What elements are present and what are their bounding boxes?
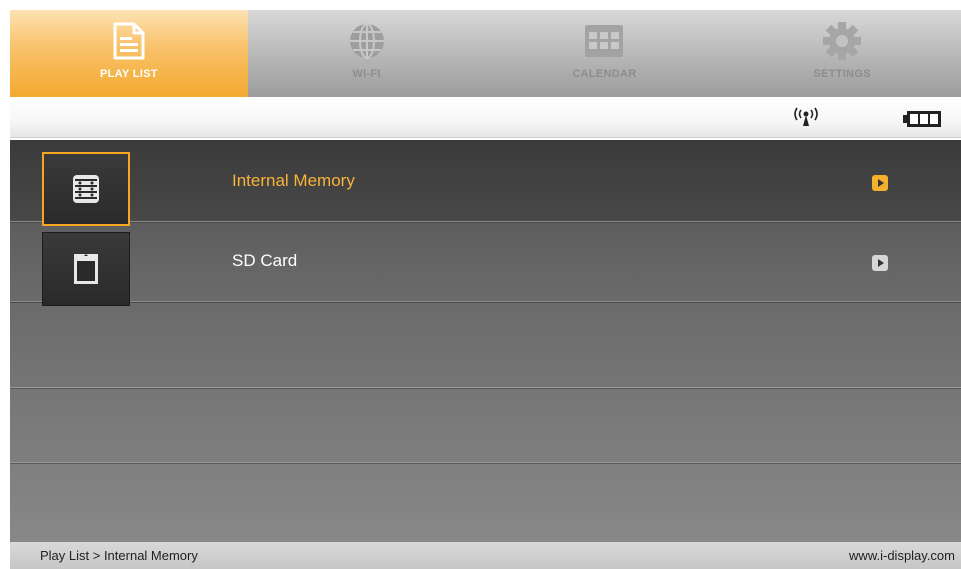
website-link: www.i-display.com	[849, 548, 955, 563]
empty-row	[10, 312, 961, 388]
globe-icon	[346, 20, 388, 62]
wifi-antenna-icon	[793, 107, 819, 132]
sd-card-icon	[42, 232, 130, 306]
list-item-label: Internal Memory	[232, 171, 355, 190]
tab-wifi[interactable]: WI-FI	[248, 10, 486, 97]
breadcrumb: Play List > Internal Memory	[40, 548, 198, 563]
tab-label: WI-FI	[352, 68, 381, 80]
play-arrow-icon[interactable]	[872, 255, 888, 271]
battery-icon	[903, 111, 941, 132]
list-item-sd-card[interactable]: SD Card	[10, 222, 961, 306]
app-window: PLAY LIST WI-FI CALENDAR SETTINGS Intern…	[10, 10, 961, 569]
list-item-internal-memory[interactable]: Internal Memory	[10, 142, 961, 226]
status-bar	[10, 97, 961, 138]
storage-list: Internal Memory SD Card	[10, 140, 961, 544]
gear-icon	[821, 20, 863, 62]
list-item-label: SD Card	[232, 251, 298, 270]
play-arrow-icon[interactable]	[872, 175, 888, 191]
empty-row	[10, 387, 961, 463]
tab-calendar[interactable]: CALENDAR	[486, 10, 724, 97]
tab-label: PLAY LIST	[100, 68, 158, 80]
tab-settings[interactable]: SETTINGS	[723, 10, 961, 97]
tab-label: CALENDAR	[572, 68, 637, 80]
tab-label: SETTINGS	[813, 68, 871, 80]
footer-bar: Play List > Internal Memory www.i-displa…	[10, 542, 961, 569]
document-icon	[108, 20, 150, 62]
tab-bar: PLAY LIST WI-FI CALENDAR SETTINGS	[10, 10, 961, 97]
internal-memory-icon	[42, 152, 130, 226]
calendar-icon	[583, 20, 625, 62]
tab-play-list[interactable]: PLAY LIST	[10, 10, 248, 97]
